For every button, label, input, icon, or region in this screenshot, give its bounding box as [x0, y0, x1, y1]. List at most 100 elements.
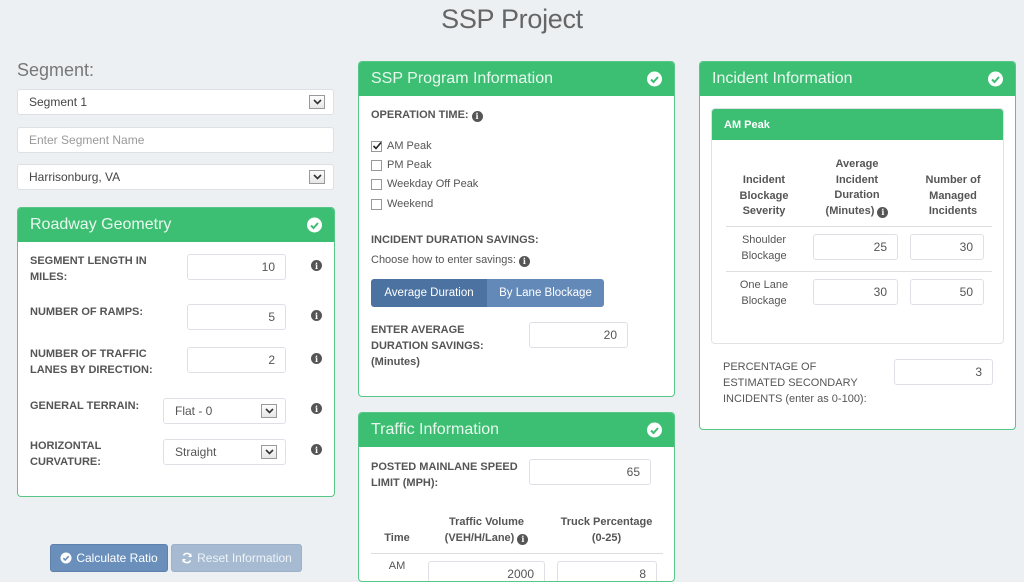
info-icon[interactable]: i [311, 444, 322, 455]
choose-savings-text: Choose how to enter savings: [371, 254, 516, 266]
segment-length-input[interactable]: 10 [187, 254, 286, 280]
checkbox-unchecked[interactable] [371, 178, 382, 190]
ramps-label: NUMBER OF RAMPS: [30, 306, 144, 318]
col-time-header: Time [384, 532, 410, 544]
reset-information-button[interactable]: Reset Information [171, 544, 302, 572]
secondary-label-line1: PERCENTAGE OF [723, 361, 817, 373]
col-truck-line1: Truck Percentage [560, 516, 653, 528]
am-peak-subpanel: AM Peak Incident Blockage Severity Avera… [711, 108, 1004, 344]
reset-information-label: Reset Information [197, 551, 292, 565]
info-icon[interactable]: i [471, 110, 483, 122]
option-weekend[interactable]: Weekend [371, 198, 433, 210]
segment-select[interactable]: Segment 1 [17, 89, 334, 115]
table-divider [371, 553, 663, 554]
by-lane-blockage-button[interactable]: By Lane Blockage [487, 279, 604, 307]
speed-limit-input[interactable]: 65 [529, 459, 651, 485]
chevron-down-icon[interactable] [309, 95, 325, 109]
managed-input[interactable]: 50 [910, 279, 984, 305]
col-truck-line2: (0-25) [591, 531, 622, 544]
chevron-down-icon[interactable] [261, 404, 277, 418]
info-icon[interactable]: i [311, 260, 322, 271]
info-icon[interactable]: i [311, 403, 322, 414]
col-severity-header: Incident Blockage Severity [724, 173, 804, 220]
calculate-ratio-button[interactable]: Calculate Ratio [50, 544, 168, 572]
lanes-label-line2: LANES BY DIRECTION: [30, 364, 153, 376]
avg-savings-label-line1: ENTER AVERAGE [371, 324, 465, 336]
row-severity: Shoulder Blockage [724, 233, 804, 264]
col-truck-header: Truck Percentage (0-25) [554, 515, 659, 546]
col-volume-line2: (VEH/H/Lane) i [429, 531, 544, 547]
option-am-peak[interactable]: AM Peak [371, 140, 432, 152]
calculate-ratio-label: Calculate Ratio [76, 551, 158, 565]
segment-name-input[interactable]: Enter Segment Name [17, 127, 334, 153]
lanes-input[interactable]: 2 [187, 347, 286, 373]
traffic-information-panel: Traffic Information POSTED MAINLANE SPEE… [358, 412, 675, 582]
ramps-input[interactable]: 5 [187, 304, 286, 330]
avg-savings-input[interactable]: 20 [529, 322, 628, 348]
choose-savings-label: Choose how to enter savings: i [371, 254, 530, 267]
chevron-down-icon[interactable] [261, 445, 277, 459]
curvature-select-value: Straight [175, 445, 217, 459]
info-icon[interactable]: i [877, 207, 889, 218]
operation-time-text: OPERATION TIME: [371, 109, 469, 121]
row-severity-line1: Shoulder [741, 234, 787, 246]
location-select[interactable]: Harrisonburg, VA [17, 164, 334, 190]
row-severity-line1: One Lane [739, 279, 789, 291]
terrain-select[interactable]: Flat - 0 [163, 398, 286, 424]
row-severity-line2: Blockage [741, 294, 787, 307]
segment-length-label-line1: SEGMENT LENGTH IN [30, 255, 147, 267]
table-divider [726, 226, 992, 227]
row-time: AM [388, 560, 406, 572]
secondary-label-line3: INCIDENTS (enter as 0-100): [723, 393, 867, 405]
avg-savings-label-line2: DURATION SAVINGS: [371, 340, 484, 352]
col-managed-header: Number of Managed Incidents [908, 173, 998, 220]
check-circle-icon [647, 422, 662, 438]
col-managed-line1: Number of [925, 174, 981, 186]
curvature-select[interactable]: Straight [163, 439, 286, 465]
duration-input[interactable]: 25 [813, 234, 898, 260]
incident-information-panel: Incident Information AM Peak Incident Bl… [699, 61, 1016, 430]
roadway-geometry-panel: Roadway Geometry SEGMENT LENGTH IN MILES… [17, 207, 335, 497]
managed-input[interactable]: 30 [910, 234, 984, 260]
segment-label: Segment: [17, 60, 95, 80]
ssp-program-title: SSP Program Information [371, 70, 554, 87]
curvature-label-line2: CURVATURE: [30, 456, 101, 468]
am-peak-header: AM Peak [712, 109, 1003, 140]
truck-percentage-input[interactable]: 8 [557, 561, 657, 581]
checkbox-checked[interactable] [371, 140, 382, 152]
incident-information-title: Incident Information [712, 70, 853, 87]
chevron-down-icon[interactable] [309, 170, 325, 184]
info-icon[interactable]: i [518, 255, 530, 267]
page-title: SSP Project [441, 4, 583, 34]
option-label: AM Peak [387, 140, 432, 152]
terrain-select-value: Flat - 0 [175, 404, 213, 418]
roadway-geometry-header: Roadway Geometry [18, 208, 334, 242]
average-duration-button[interactable]: Average Duration [371, 279, 487, 307]
col-severity-line1: Incident [742, 174, 786, 186]
col-severity-line3: Severity [742, 205, 786, 217]
checkbox-unchecked[interactable] [371, 198, 382, 210]
info-icon[interactable]: i [311, 353, 322, 364]
option-label: Weekend [387, 198, 434, 210]
col-managed-line3: Incidents [928, 205, 978, 217]
checkbox-unchecked[interactable] [371, 159, 382, 171]
option-weekday-off-peak[interactable]: Weekday Off Peak [371, 178, 478, 190]
operation-time-label: OPERATION TIME: i [371, 107, 483, 123]
option-pm-peak[interactable]: PM Peak [371, 159, 432, 171]
segment-name-placeholder: Enter Segment Name [29, 133, 145, 147]
secondary-incidents-label: PERCENTAGE OF ESTIMATED SECONDARY INCIDE… [723, 359, 867, 407]
curvature-label-line1: HORIZONTAL [30, 440, 102, 452]
segment-length-label: SEGMENT LENGTH IN MILES: [30, 253, 147, 285]
ssp-program-header: SSP Program Information [359, 62, 674, 96]
refresh-icon [182, 552, 192, 564]
duration-input[interactable]: 30 [813, 279, 898, 305]
info-icon[interactable]: i [517, 534, 529, 545]
col-volume-line1: Traffic Volume [449, 516, 524, 528]
info-icon[interactable]: i [311, 310, 322, 321]
option-label: PM Peak [387, 159, 432, 171]
col-severity-line2: Blockage [739, 189, 789, 202]
ssp-program-panel: SSP Program Information OPERATION TIME: i… [358, 61, 675, 397]
volume-input[interactable]: 2000 [428, 561, 545, 581]
secondary-incidents-input[interactable]: 3 [894, 359, 993, 385]
check-circle-icon [647, 71, 662, 87]
